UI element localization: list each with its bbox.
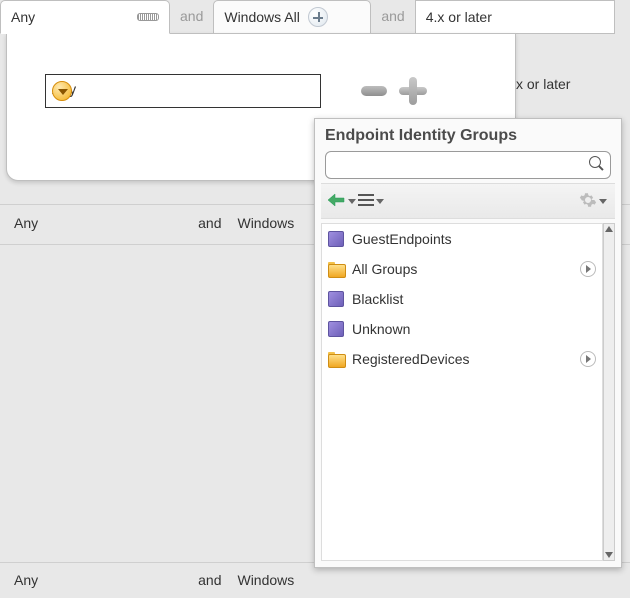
list-item[interactable]: GuestEndpoints <box>322 224 602 254</box>
list-item[interactable]: RegisteredDevices <box>322 344 602 374</box>
condition-tab-identity[interactable]: Any <box>0 0 170 34</box>
search-input[interactable] <box>325 151 611 179</box>
and-label: and <box>198 572 221 588</box>
popup-toolbar <box>321 183 615 219</box>
condition-tab-version[interactable]: 4.x or later <box>415 0 615 34</box>
list-item[interactable]: All Groups <box>322 254 602 284</box>
folder-icon <box>328 261 344 277</box>
gear-icon <box>579 191 597 212</box>
rule-os: Windows <box>237 215 294 231</box>
folder-icon <box>328 351 344 367</box>
condition-value: Any <box>11 9 35 25</box>
expand-icon[interactable] <box>580 261 596 277</box>
condition-tab-os[interactable]: Windows All <box>213 0 371 34</box>
rule-row: Any and Windows <box>14 572 294 588</box>
chevron-down-icon <box>348 199 356 204</box>
search-container <box>325 151 611 179</box>
search-icon <box>589 156 605 172</box>
list-icon <box>358 194 374 208</box>
and-label: and <box>198 215 221 231</box>
edit-grip-icon[interactable] <box>137 13 159 21</box>
scrollbar[interactable] <box>603 223 615 561</box>
scroll-down-icon[interactable] <box>605 552 613 558</box>
add-condition-button[interactable] <box>399 77 427 105</box>
list-item-label: GuestEndpoints <box>352 231 452 247</box>
group-icon <box>328 321 344 337</box>
scroll-up-icon[interactable] <box>605 226 613 232</box>
view-menu-button[interactable] <box>357 189 385 213</box>
rule-os: Windows <box>237 572 294 588</box>
and-label: and <box>180 8 203 24</box>
and-label: and <box>381 8 404 24</box>
list-item-label: Blacklist <box>352 291 403 307</box>
plus-icon[interactable] <box>308 7 328 27</box>
condition-value: Windows All <box>224 9 299 25</box>
popup-title: Endpoint Identity Groups <box>315 119 621 151</box>
chevron-down-icon <box>52 81 72 101</box>
list-item[interactable]: Unknown <box>322 314 602 344</box>
remove-condition-button[interactable] <box>361 86 387 96</box>
settings-button[interactable] <box>579 189 607 213</box>
list-item-label: All Groups <box>352 261 417 277</box>
group-icon <box>328 231 344 247</box>
condition-value: 4.x or later <box>426 9 492 25</box>
list-item[interactable]: Blacklist <box>322 284 602 314</box>
rule-value: Any <box>14 215 38 231</box>
back-button[interactable] <box>327 189 355 213</box>
chevron-down-icon <box>599 199 607 204</box>
groups-list: GuestEndpoints All Groups Blacklist Unknown… <box>321 223 603 561</box>
rule-value: Any <box>14 572 38 588</box>
list-item-label: Unknown <box>352 321 410 337</box>
list-item-label: RegisteredDevices <box>352 351 470 367</box>
rule-row: Any and Windows <box>14 215 294 231</box>
truncated-label: x or later <box>516 76 570 92</box>
group-icon <box>328 291 344 307</box>
chevron-down-icon <box>376 199 384 204</box>
identity-group-select[interactable]: Any <box>45 74 321 108</box>
expand-icon[interactable] <box>580 351 596 367</box>
identity-groups-popup: Endpoint Identity Groups GuestEndpoints A… <box>314 118 622 568</box>
